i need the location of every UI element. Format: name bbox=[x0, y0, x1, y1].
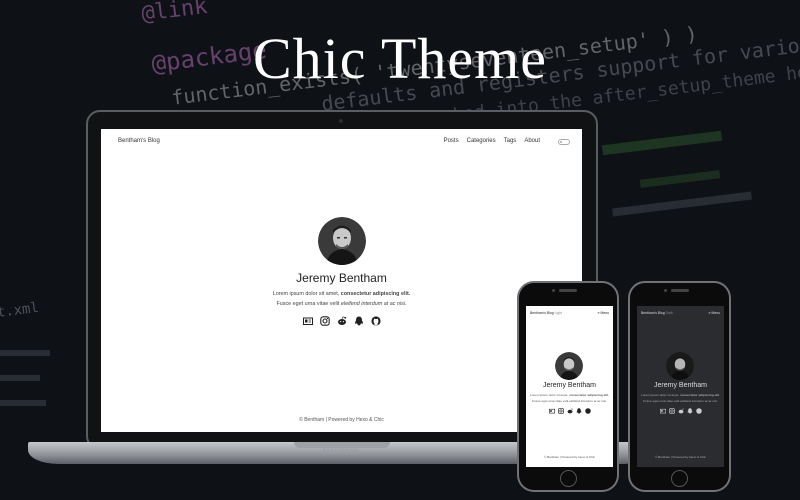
social-links bbox=[526, 408, 613, 414]
phone-camera bbox=[664, 289, 667, 292]
author-name: Jeremy Bentham bbox=[543, 382, 596, 389]
bio-text-italic: eleifend interdum at ac nisi. bbox=[569, 399, 607, 403]
background-highlight bbox=[601, 130, 723, 156]
menu-button[interactable]: ≡ Menu bbox=[709, 311, 720, 315]
bio-text-bold: consectetur adipiscing elit. bbox=[340, 291, 411, 297]
bio-text: Lorem ipsum dolor sit amet, bbox=[530, 393, 570, 397]
bio-text: Fusce eget urna vitae velit bbox=[532, 399, 570, 403]
qq-icon[interactable] bbox=[354, 316, 364, 326]
theme-toggle[interactable] bbox=[558, 139, 570, 145]
reddit-icon[interactable] bbox=[678, 408, 684, 414]
site-footer: © Bentham | Powered by Hexo & Chic bbox=[299, 417, 384, 423]
phone-camera bbox=[552, 289, 555, 292]
background-code-line: @link bbox=[140, 0, 209, 27]
site-brand[interactable]: Bentham's Blog Dark bbox=[641, 311, 673, 315]
site-footer: © Bentham | Powered by Hexo & Chic bbox=[544, 455, 595, 459]
instagram-icon[interactable] bbox=[557, 408, 564, 414]
nav-item-posts[interactable]: Posts bbox=[444, 138, 459, 144]
author-name: Jeremy Bentham bbox=[296, 271, 387, 285]
site-brand[interactable]: Bentham's Blog Light bbox=[530, 311, 562, 315]
author-bio: Lorem ipsum dolor sit amet, consectetur … bbox=[101, 289, 582, 309]
instagram-icon[interactable] bbox=[319, 316, 330, 326]
site-nav: Posts Categories Tags About bbox=[444, 138, 540, 144]
phone-home-button bbox=[560, 470, 577, 487]
bio-text-bold: consectetur adipiscing elit. bbox=[680, 393, 720, 397]
background-code-line: t.xml bbox=[0, 299, 40, 321]
reddit-icon[interactable] bbox=[337, 316, 347, 326]
bio-text: Lorem ipsum dolor sit amet, bbox=[272, 291, 341, 297]
bio-text: Lorem ipsum dolor sit amet, bbox=[641, 393, 681, 397]
phone-dark-screen: Bentham's Blog Dark ≡ Menu Jeremy Bentha… bbox=[637, 306, 724, 467]
phone-light-screen: Bentham's Blog Light ≡ Menu Jeremy Benth… bbox=[526, 306, 613, 467]
background-highlight bbox=[0, 350, 50, 356]
qq-icon[interactable] bbox=[576, 408, 582, 414]
email-icon[interactable] bbox=[302, 316, 313, 326]
background-highlight bbox=[0, 400, 46, 406]
brand-text: Bentham's Blog bbox=[641, 311, 665, 315]
github-icon[interactable] bbox=[695, 408, 702, 414]
nav-item-categories[interactable]: Categories bbox=[467, 138, 496, 144]
qq-icon[interactable] bbox=[687, 408, 693, 414]
background-highlight bbox=[0, 375, 40, 381]
bio-text-italic: eleifend interdum at ac nisi. bbox=[340, 301, 407, 307]
nav-item-about[interactable]: About bbox=[524, 138, 540, 144]
phone-home-button bbox=[671, 470, 688, 487]
instagram-icon[interactable] bbox=[668, 408, 675, 414]
laptop-camera bbox=[339, 119, 343, 123]
phone-speaker bbox=[671, 289, 689, 292]
bio-text-italic: eleifend interdum at ac nisi. bbox=[680, 399, 718, 403]
nav-item-tags[interactable]: Tags bbox=[504, 138, 517, 144]
email-icon[interactable] bbox=[548, 408, 555, 414]
avatar bbox=[555, 352, 583, 380]
avatar bbox=[318, 217, 366, 265]
author-bio: Lorem ipsum dolor sit amet, consectetur … bbox=[637, 392, 724, 404]
bio-text: Fusce eget urna vitae velit bbox=[643, 399, 681, 403]
bio-text: Fusce eget urna vitae velit bbox=[276, 301, 341, 307]
avatar bbox=[666, 352, 694, 380]
author-bio: Lorem ipsum dolor sit amet, consectetur … bbox=[526, 392, 613, 404]
bio-text-bold: consectetur adipiscing elit. bbox=[569, 393, 609, 397]
mode-label: Light bbox=[554, 311, 562, 315]
social-links bbox=[637, 408, 724, 414]
page-title: Chic Theme bbox=[252, 26, 548, 91]
github-icon[interactable] bbox=[370, 316, 381, 326]
github-icon[interactable] bbox=[584, 408, 591, 414]
site-footer: © Bentham | Powered by Hexo & Chic bbox=[655, 455, 706, 459]
menu-button[interactable]: ≡ Menu bbox=[598, 311, 609, 315]
site-brand[interactable]: Bentham's Blog bbox=[118, 138, 160, 144]
menu-label: Menu bbox=[600, 311, 609, 315]
laptop-label: MacBook bbox=[322, 446, 360, 455]
email-icon[interactable] bbox=[659, 408, 666, 414]
social-links bbox=[101, 316, 582, 326]
menu-label: Menu bbox=[711, 311, 720, 315]
brand-text: Bentham's Blog bbox=[530, 311, 554, 315]
phone-speaker bbox=[559, 289, 577, 292]
mode-label: Dark bbox=[665, 311, 673, 315]
author-name: Jeremy Bentham bbox=[654, 382, 707, 389]
reddit-icon[interactable] bbox=[567, 408, 573, 414]
laptop-screen: Bentham's Blog Posts Categories Tags Abo… bbox=[101, 129, 582, 432]
background-highlight bbox=[639, 170, 721, 188]
background-highlight bbox=[612, 191, 752, 217]
